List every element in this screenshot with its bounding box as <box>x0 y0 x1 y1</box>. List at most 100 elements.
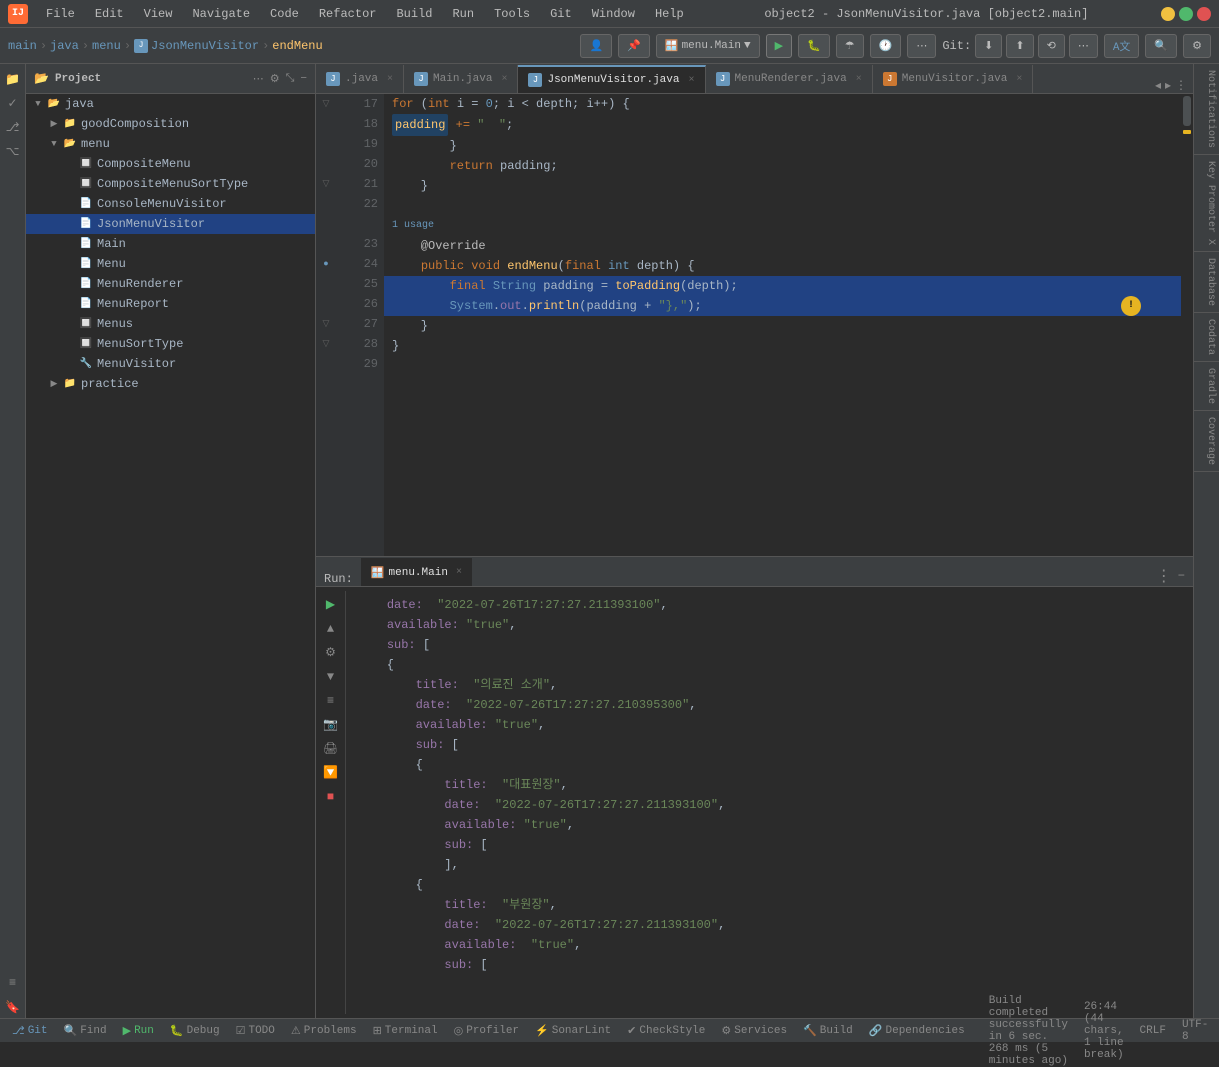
git-update-button[interactable]: ⬇ <box>975 34 1002 58</box>
status-line-col[interactable]: 26:44 (44 chars, 1 line break) <box>1080 1001 1128 1061</box>
run-panel-close[interactable]: − <box>1178 569 1185 583</box>
hide-panel-icon[interactable]: − <box>300 73 307 85</box>
tree-item-menu[interactable]: ▼ 📂 menu <box>26 134 315 154</box>
status-find[interactable]: 🔍 Find <box>60 1024 111 1038</box>
run-button[interactable]: ▶ <box>766 34 792 58</box>
status-run[interactable]: ▶ Run <box>119 1024 158 1038</box>
tab-dotjava[interactable]: J .java × <box>316 65 404 93</box>
tooltip-bubble[interactable]: ! <box>1121 296 1141 316</box>
tab-close-renderer[interactable]: × <box>856 74 862 85</box>
key-promoter-tab[interactable]: Key Promoter X <box>1194 155 1219 252</box>
minimize-button[interactable] <box>1161 7 1175 21</box>
tab-menuvisitor[interactable]: J MenuVisitor.java × <box>873 65 1034 93</box>
tree-item-MenuSortType[interactable]: 🔲 MenuSortType <box>26 334 315 354</box>
run-layout-button[interactable]: ≡ <box>321 691 341 711</box>
breadcrumb-main[interactable]: main <box>8 39 37 53</box>
status-problems[interactable]: ⚠ Problems <box>287 1024 361 1038</box>
menu-run[interactable]: Run <box>444 5 482 23</box>
database-tab[interactable]: Database <box>1194 252 1219 313</box>
project-icon[interactable]: 📁 <box>2 68 24 90</box>
status-checkstyle[interactable]: ✔ CheckStyle <box>623 1024 709 1038</box>
scrollbar-thumb[interactable] <box>1183 96 1191 126</box>
run-tab-close[interactable]: × <box>456 567 462 578</box>
menu-navigate[interactable]: Navigate <box>184 5 258 23</box>
tabs-scroll-left[interactable]: ◂ <box>1155 78 1161 93</box>
status-build[interactable]: 🔨 Build <box>799 1024 857 1038</box>
run-settings-button[interactable]: ⚙ <box>321 643 341 663</box>
breadcrumb-java[interactable]: java <box>50 39 79 53</box>
tree-item-Menus[interactable]: 🔲 Menus <box>26 314 315 334</box>
panel-menu-icon[interactable]: ⋯ <box>253 72 264 86</box>
run-panel-menu[interactable]: ⋮ <box>1156 566 1172 586</box>
code-content[interactable]: for (int i = 0; i < depth; i++) { paddin… <box>384 94 1181 556</box>
status-services[interactable]: ⚙ Services <box>717 1024 791 1038</box>
tabs-more[interactable]: ⋮ <box>1175 78 1187 93</box>
translate-button[interactable]: A文 <box>1104 34 1140 58</box>
menu-build[interactable]: Build <box>388 5 440 23</box>
breadcrumb-method[interactable]: endMenu <box>272 39 322 53</box>
status-encoding[interactable]: UTF-8 <box>1178 1019 1212 1043</box>
notifications-tab[interactable]: Notifications <box>1194 64 1219 155</box>
profile-button[interactable]: 🕐 <box>870 34 902 58</box>
vcs-button[interactable]: 👤 <box>580 34 612 58</box>
tree-item-java[interactable]: ▼ 📂 java <box>26 94 315 114</box>
status-debug[interactable]: 🐛 Debug <box>166 1024 224 1038</box>
tree-item-Main[interactable]: 📄 Main <box>26 234 315 254</box>
bookmark-button[interactable]: 📌 <box>618 34 650 58</box>
status-sonarlint[interactable]: ⚡ SonarLint <box>531 1024 615 1038</box>
status-terminal[interactable]: ⊞ Terminal <box>369 1024 442 1038</box>
panel-settings-icon[interactable]: ⚙ <box>270 72 280 86</box>
tree-item-CompositeMenuSortType[interactable]: 🔲 CompositeMenuSortType <box>26 174 315 194</box>
status-profiler[interactable]: ◎ Profiler <box>450 1024 523 1038</box>
codata-tab[interactable]: Codata <box>1194 313 1219 362</box>
maximize-button[interactable] <box>1179 7 1193 21</box>
bookmarks-icon[interactable]: 🔖 <box>2 996 24 1018</box>
menu-code[interactable]: Code <box>262 5 307 23</box>
tab-close-json[interactable]: × <box>689 75 695 86</box>
tree-item-CompositeMenu[interactable]: 🔲 CompositeMenu <box>26 154 315 174</box>
menu-refactor[interactable]: Refactor <box>311 5 385 23</box>
search-button[interactable]: 🔍 <box>1145 34 1177 58</box>
run-scroll-down[interactable]: ▼ <box>321 667 341 687</box>
bottom-tab-main[interactable]: 🪟 menu.Main × <box>361 558 472 586</box>
tree-item-JsonMenuVisitor[interactable]: 📄 JsonMenuVisitor <box>26 214 315 234</box>
tree-item-MenuRenderer[interactable]: 📄 MenuRenderer <box>26 274 315 294</box>
tab-close-dotjava[interactable]: × <box>387 74 393 85</box>
coverage-tab[interactable]: Coverage <box>1194 411 1219 472</box>
menu-window[interactable]: Window <box>584 5 643 23</box>
menu-tools[interactable]: Tools <box>486 5 538 23</box>
tab-close-visitor[interactable]: × <box>1016 74 1022 85</box>
git-history-button[interactable]: ⟲ <box>1038 34 1065 58</box>
menu-edit[interactable]: Edit <box>87 5 132 23</box>
run-config-button[interactable]: 🪟 menu.Main ▼ <box>656 34 760 58</box>
tree-item-practice[interactable]: ▶ 📁 practice <box>26 374 315 394</box>
debug-button[interactable]: 🐛 <box>798 34 830 58</box>
tree-item-MenuVisitor[interactable]: 🔧 MenuVisitor <box>26 354 315 374</box>
menu-help[interactable]: Help <box>647 5 692 23</box>
status-crlf[interactable]: CRLF <box>1136 1025 1170 1037</box>
github-icon[interactable]: ⌥ <box>2 140 24 162</box>
status-todo[interactable]: ☑ TODO <box>232 1024 279 1038</box>
expand-icon[interactable]: ⤡ <box>286 73 295 85</box>
settings-button[interactable]: ⚙ <box>1183 34 1211 58</box>
commit-icon[interactable]: ✓ <box>2 92 24 114</box>
menu-git[interactable]: Git <box>542 5 580 23</box>
run-filter-button[interactable]: 🔽 <box>321 763 341 783</box>
coverage-button[interactable]: ☂ <box>836 34 864 58</box>
run-print-button[interactable]: 🖨 <box>321 739 341 759</box>
tab-menurenderer[interactable]: J MenuRenderer.java × <box>706 65 873 93</box>
tree-item-MenuReport[interactable]: 📄 MenuReport <box>26 294 315 314</box>
editor-scrollbar[interactable] <box>1181 94 1193 556</box>
tab-jsonmenuvisitor[interactable]: J JsonMenuVisitor.java × <box>518 65 705 93</box>
git-more-button[interactable]: ⋯ <box>1069 34 1098 58</box>
tree-item-ConsoleMenuVisitor[interactable]: 📄 ConsoleMenuVisitor <box>26 194 315 214</box>
run-play-button[interactable]: ▶ <box>321 595 341 615</box>
tab-close-main[interactable]: × <box>501 74 507 85</box>
breadcrumb-class[interactable]: JsonMenuVisitor <box>151 39 259 53</box>
tabs-scroll-right[interactable]: ▸ <box>1165 78 1171 93</box>
tree-item-Menu[interactable]: 📄 Menu <box>26 254 315 274</box>
run-stop-button[interactable]: ■ <box>321 787 341 807</box>
tree-item-goodComposition[interactable]: ▶ 📁 goodComposition <box>26 114 315 134</box>
close-button[interactable] <box>1197 7 1211 21</box>
menu-file[interactable]: File <box>38 5 83 23</box>
